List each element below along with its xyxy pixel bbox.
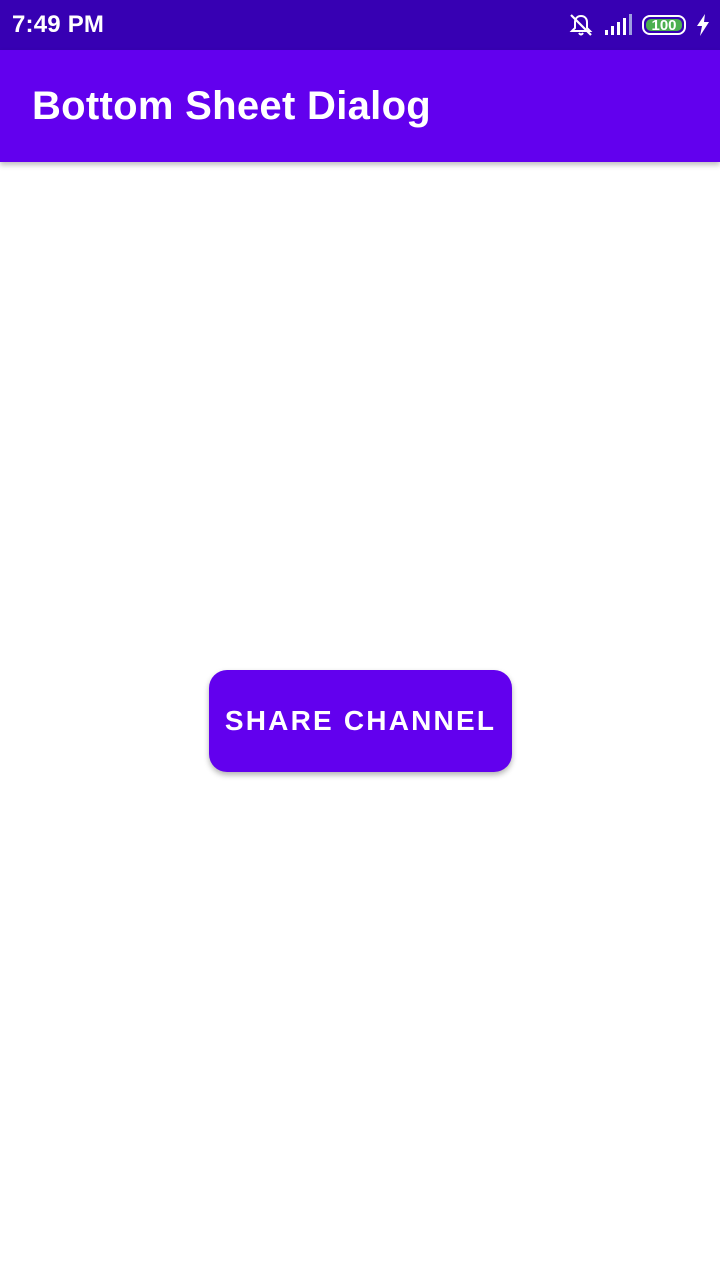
charging-icon bbox=[696, 14, 710, 36]
page-title: Bottom Sheet Dialog bbox=[32, 83, 432, 128]
battery-icon: 100 bbox=[642, 15, 686, 35]
notifications-off-icon bbox=[568, 13, 594, 37]
status-time: 7:49 PM bbox=[12, 11, 105, 38]
status-bar: 7:49 PM 100 bbox=[0, 0, 720, 50]
battery-level: 100 bbox=[651, 16, 677, 34]
app-bar: Bottom Sheet Dialog bbox=[0, 50, 720, 162]
signal-icon bbox=[604, 14, 632, 36]
share-channel-button[interactable]: SHARE CHANNEL bbox=[209, 670, 512, 772]
status-icons: 100 bbox=[568, 13, 710, 37]
